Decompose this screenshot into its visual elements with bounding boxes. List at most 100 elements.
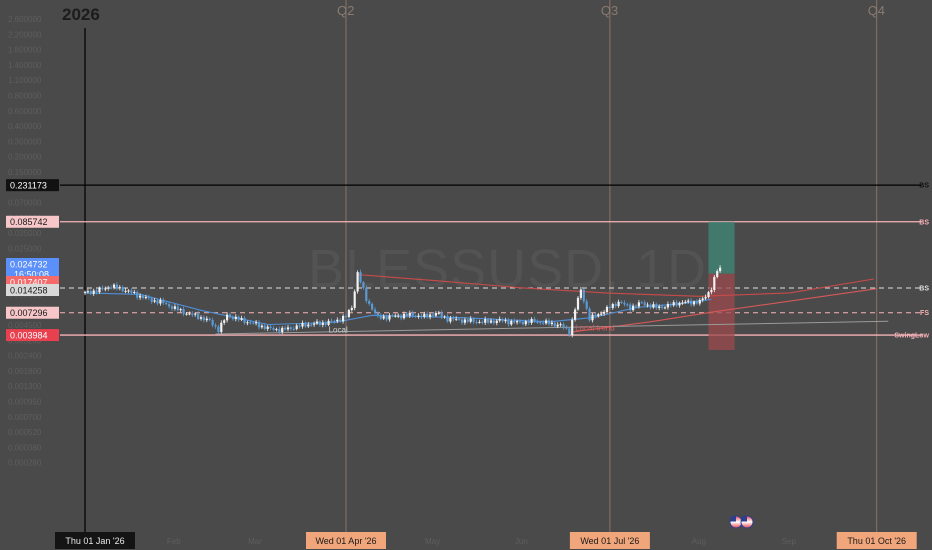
us-flag-icon[interactable] bbox=[740, 515, 754, 529]
candle-body bbox=[289, 327, 292, 329]
candle-body bbox=[147, 296, 150, 299]
candle-body bbox=[150, 298, 153, 302]
price-tag-text: 0.007296 bbox=[10, 308, 48, 318]
candle-body bbox=[144, 296, 147, 298]
candle-body bbox=[237, 316, 240, 320]
candle-body bbox=[127, 290, 130, 292]
candle-body bbox=[197, 313, 200, 319]
candle-body bbox=[646, 304, 649, 306]
candle-body bbox=[634, 305, 638, 307]
candle-body bbox=[533, 318, 536, 322]
candle-body bbox=[402, 313, 406, 319]
candle-body bbox=[481, 321, 484, 323]
candle-body bbox=[92, 290, 95, 294]
candle-body bbox=[713, 276, 716, 290]
candle-body bbox=[321, 322, 324, 326]
candle-body bbox=[234, 316, 237, 320]
y-tick-label: 0.025000 bbox=[8, 245, 42, 254]
candle-body bbox=[257, 322, 261, 328]
candle-body bbox=[440, 312, 443, 317]
candle-body bbox=[170, 306, 174, 309]
candle-body bbox=[98, 287, 101, 293]
candle-body bbox=[487, 319, 490, 323]
candle-body bbox=[397, 315, 400, 317]
candle-body bbox=[545, 320, 548, 324]
candle-body bbox=[489, 320, 493, 323]
candle-body bbox=[83, 291, 87, 293]
date-tag: Wed 01 Jul '26 bbox=[569, 532, 650, 549]
candle-body bbox=[594, 314, 597, 317]
y-tick-label: 0.001800 bbox=[8, 367, 42, 376]
position-box[interactable] bbox=[708, 221, 735, 350]
candle-body bbox=[571, 319, 574, 336]
candle-body bbox=[626, 304, 629, 306]
y-tick-label: 0.004500 bbox=[8, 321, 42, 330]
candle-body bbox=[704, 297, 707, 299]
candle-body bbox=[342, 315, 345, 322]
candle-body bbox=[353, 291, 356, 308]
level-label: BS bbox=[919, 183, 929, 190]
candle-body bbox=[347, 310, 350, 317]
candle-body bbox=[605, 306, 609, 313]
candle-body bbox=[408, 312, 411, 316]
candle-body bbox=[574, 309, 577, 320]
candle-body bbox=[666, 304, 669, 308]
candle-body bbox=[695, 301, 698, 304]
candle-body bbox=[562, 324, 565, 328]
y-tick-label: 0.035000 bbox=[8, 229, 42, 238]
profit-zone[interactable] bbox=[708, 221, 735, 274]
candle-body bbox=[492, 320, 495, 323]
y-tick-label: 0.000280 bbox=[8, 459, 42, 468]
candle-body bbox=[295, 325, 298, 330]
candle-body bbox=[388, 315, 391, 320]
candle-body bbox=[115, 284, 118, 289]
candle-body bbox=[434, 313, 437, 316]
local-trend-label: Local trend bbox=[575, 324, 615, 333]
candle-body bbox=[336, 319, 339, 322]
candle-body bbox=[684, 301, 687, 303]
date-tag-text: Wed 01 Apr '26 bbox=[315, 536, 376, 546]
candle-body bbox=[672, 302, 675, 306]
price-tag-text: 0.003984 bbox=[10, 330, 48, 340]
candle-body bbox=[681, 302, 684, 304]
candle-body bbox=[260, 325, 263, 328]
candle-body bbox=[504, 320, 507, 322]
candle-body bbox=[518, 321, 522, 323]
candle-body bbox=[359, 272, 362, 283]
candle-body bbox=[431, 314, 435, 316]
y-tick-label: 0.070000 bbox=[8, 199, 42, 208]
candle-body bbox=[466, 319, 469, 322]
candle-body bbox=[301, 322, 304, 327]
candle-body bbox=[582, 289, 585, 302]
candle-body bbox=[376, 312, 379, 316]
x-tick-label: Feb bbox=[167, 537, 181, 546]
level-label: BS bbox=[919, 286, 929, 293]
candle-body bbox=[469, 318, 472, 322]
price-tag: 0.007296 bbox=[6, 306, 59, 319]
candle-body bbox=[437, 312, 440, 314]
candle-body bbox=[678, 302, 681, 306]
quarter-label: Q2 bbox=[337, 3, 354, 18]
candle-body bbox=[220, 322, 223, 333]
candle-body bbox=[484, 319, 487, 323]
candle-body bbox=[530, 318, 533, 323]
candle-body bbox=[632, 305, 635, 311]
candle-body bbox=[614, 304, 617, 307]
candle-body bbox=[669, 304, 672, 306]
candle-body bbox=[449, 317, 452, 322]
candle-body bbox=[640, 302, 643, 304]
candle-body bbox=[95, 290, 98, 293]
candle-body bbox=[330, 320, 333, 322]
y-tick-label: 0.400000 bbox=[8, 122, 42, 131]
candle-body bbox=[498, 319, 501, 321]
us-flag-icon[interactable] bbox=[729, 515, 743, 529]
chart-canvas[interactable]: 2.600000 2.200000 1.800000 1.400000 1.100000… bbox=[0, 0, 932, 550]
candle-body bbox=[550, 322, 553, 325]
year-label: 2026 bbox=[62, 5, 100, 24]
candle-body bbox=[168, 304, 171, 307]
candle-body bbox=[255, 322, 258, 324]
candle-body bbox=[333, 320, 336, 322]
candle-body bbox=[472, 318, 475, 322]
candle-body bbox=[112, 284, 116, 288]
price-tag-text: 0.014258 bbox=[10, 285, 48, 295]
